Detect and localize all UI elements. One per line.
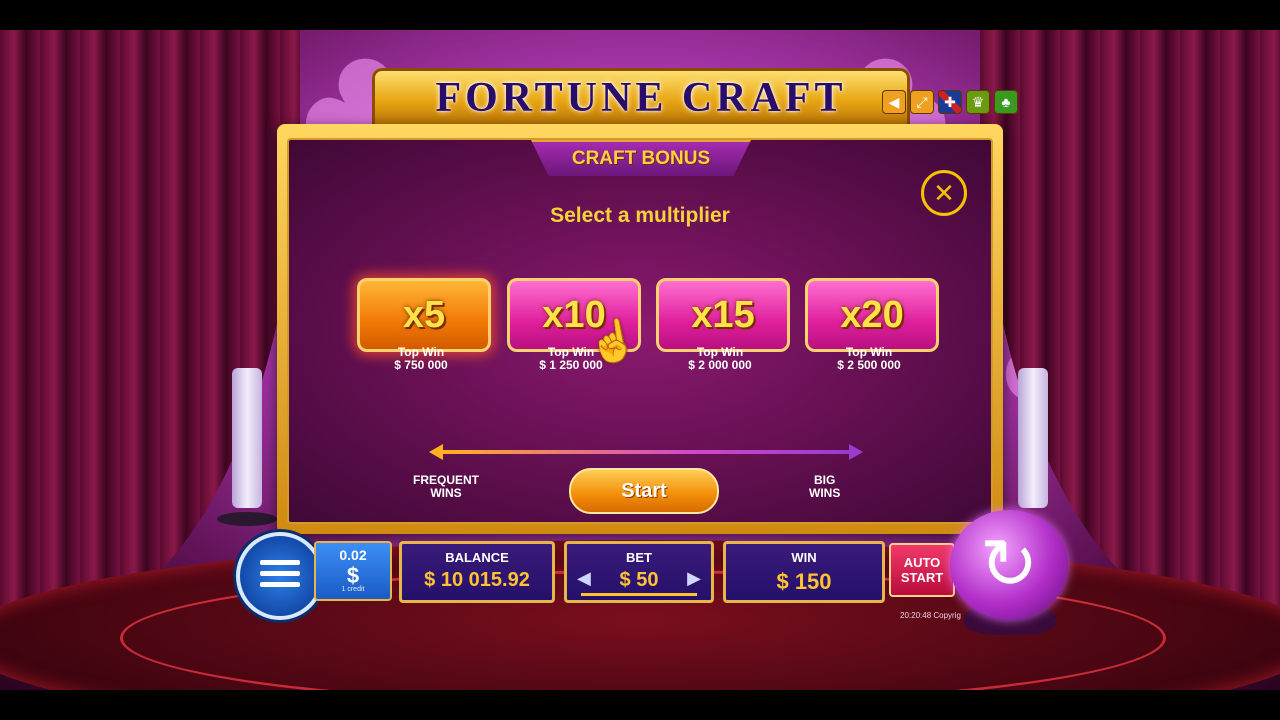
win-label: WIN — [791, 550, 817, 565]
dialog-title: CRAFT BONUS — [571, 148, 711, 169]
multiplier-caption: Top Win $ 750 000 — [354, 346, 488, 372]
credit-value-selector[interactable]: 0.02 $ 1 credit — [314, 541, 392, 601]
top-win-value: $ 2 500 000 — [837, 358, 901, 372]
win-display: WIN $ 150 — [723, 541, 885, 603]
auto-start-button[interactable]: AUTO START — [889, 543, 955, 597]
bet-display: BET ◀ $ 50 ▶ — [564, 541, 714, 603]
clock-time: 20:20:48 — [900, 611, 932, 620]
bet-label: BET — [626, 550, 652, 565]
sound-icon[interactable]: ◀ — [882, 90, 906, 114]
footer-info: 20:20:48 Copyrig — [900, 611, 961, 620]
balance-value: $ 10 015.92 — [424, 569, 530, 591]
multiplier-caption: Top Win $ 2 000 000 — [653, 346, 787, 372]
top-win-value: $ 2 000 000 — [688, 358, 752, 372]
hamburger-icon — [260, 560, 300, 593]
copyright-text: Copyrig — [933, 611, 961, 620]
trophy-icon[interactable]: ♛ — [966, 90, 990, 114]
settings-icon[interactable]: ♣ — [994, 90, 1018, 114]
balance-label: BALANCE — [445, 550, 509, 565]
fullscreen-icon[interactable]: ⤢ — [910, 90, 934, 114]
top-win-value: $ 750 000 — [394, 358, 448, 372]
game-title: FORTUNE CRAFT — [435, 75, 847, 121]
dialog-header-tab: CRAFT BONUS — [531, 140, 751, 176]
frequent-wins-label: FREQUENT WINS — [413, 473, 479, 500]
game-logo-bar: FORTUNE CRAFT — [372, 68, 910, 128]
left-candle — [232, 368, 262, 508]
frequency-scale-arrow — [429, 444, 863, 460]
bet-underline — [581, 593, 697, 596]
credit-caption: 1 credit — [341, 586, 365, 593]
select-multiplier-prompt: Select a multiplier — [550, 204, 730, 227]
balance-display: BALANCE $ 10 015.92 — [399, 541, 555, 603]
dialog-body: CRAFT BONUS ✕ Select a multiplier x5 Top… — [287, 138, 993, 524]
hand-pointer-icon: ☝ — [584, 316, 642, 368]
multiplier-button[interactable]: x20 — [805, 278, 939, 352]
multiplier-option-x5[interactable]: x5 — [357, 278, 491, 352]
credit-value: 0.02 — [339, 547, 367, 563]
multiplier-button[interactable]: x5 — [357, 278, 491, 352]
spin-arrow-icon: ↻ — [979, 525, 1039, 603]
multiplier-option-x15[interactable]: x15 — [656, 278, 790, 352]
multiplier-button[interactable]: x15 — [656, 278, 790, 352]
top-icon-bar: ◀ ⤢ ✚ ♛ ♣ — [882, 90, 1018, 114]
left-candle-base — [217, 512, 277, 526]
craft-bonus-dialog: CRAFT BONUS ✕ Select a multiplier x5 Top… — [277, 124, 1003, 534]
multiplier-option-x20[interactable]: x20 — [805, 278, 939, 352]
menu-button[interactable] — [236, 532, 324, 620]
bet-increase-button[interactable]: ▶ — [687, 568, 701, 589]
big-wins-label: BIG WINS — [809, 473, 841, 500]
start-button[interactable]: Start — [569, 468, 719, 514]
spin-button[interactable]: ↻ — [950, 510, 1068, 620]
language-flag-icon[interactable]: ✚ — [938, 90, 962, 114]
multiplier-caption: Top Win $ 2 500 000 — [802, 346, 936, 372]
right-candle — [1018, 368, 1048, 508]
win-value: $ 150 — [776, 569, 832, 594]
